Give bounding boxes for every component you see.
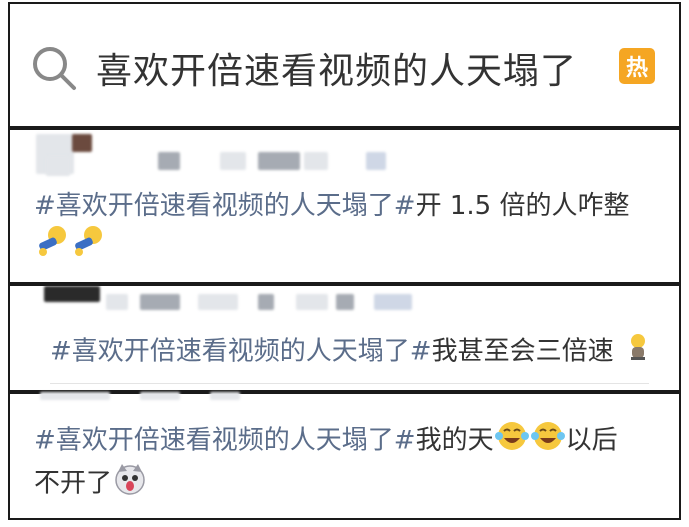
laugh-cry-emoji [530, 420, 565, 462]
avatar [44, 286, 100, 302]
username-blur [158, 152, 180, 170]
username-blur [374, 294, 412, 310]
username-blur [140, 392, 180, 400]
post-text: 开 1.5 倍的人咋整 [415, 191, 630, 221]
username-blur [258, 294, 274, 310]
post-card[interactable]: #喜欢开倍速看视频的人天塌了#我甚至会三倍速 [8, 284, 681, 392]
username-blur [210, 392, 240, 400]
username-blur [366, 152, 386, 170]
divider [50, 383, 649, 384]
post-text: 以后 [565, 425, 618, 456]
topic-tag[interactable]: #喜欢开倍速看视频的人天塌了# [34, 426, 416, 456]
topic-tag[interactable]: #喜欢开倍速看视频的人天塌了# [34, 191, 416, 221]
username-blur [220, 152, 246, 170]
username-blur [336, 294, 354, 310]
username-blur [296, 294, 328, 310]
post-text: 我甚至会三倍速 [431, 336, 614, 367]
laugh-cry-emoji [494, 420, 529, 462]
search-icon[interactable] [30, 44, 78, 92]
post-body: #喜欢开倍速看视频的人天塌了#开 1.5 倍的人咋整 [34, 188, 664, 268]
post-card[interactable]: #喜欢开倍速看视频的人天塌了#我的天 以后 不开了 [8, 392, 681, 520]
post-text: 我的天 [415, 425, 494, 456]
username-blur [198, 294, 238, 310]
post-body: #喜欢开倍速看视频的人天塌了#我的天 以后 不开了 [34, 420, 674, 506]
username-blur [304, 152, 328, 170]
kneel-emoji [71, 224, 105, 268]
post-body: #喜欢开倍速看视频的人天塌了#我甚至会三倍速 [50, 332, 670, 372]
username-blur [140, 294, 180, 310]
username-blur [106, 294, 128, 310]
husky-emoji [113, 462, 147, 506]
post-text: 不开了 [34, 468, 113, 499]
topic-tag[interactable]: #喜欢开倍速看视频的人天塌了# [50, 337, 432, 367]
sad-figure-emoji [623, 332, 653, 372]
kneel-emoji [35, 224, 69, 268]
hot-badge: 热 [619, 48, 655, 84]
username-blur [258, 152, 300, 170]
avatar-blur [72, 134, 92, 152]
search-panel: 喜欢开倍速看视频的人天塌了 热 [8, 2, 681, 128]
search-query[interactable]: 喜欢开倍速看视频的人天塌了 [96, 42, 577, 94]
post-card[interactable]: #喜欢开倍速看视频的人天塌了#开 1.5 倍的人咋整 [8, 128, 681, 284]
avatar-blur [46, 156, 70, 176]
username-blur [40, 392, 110, 400]
